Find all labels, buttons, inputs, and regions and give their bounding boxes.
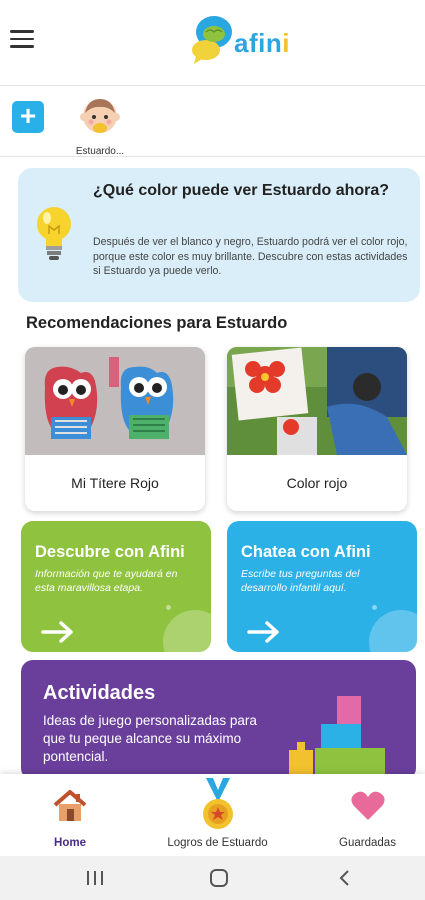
- add-profile-button[interactable]: +: [12, 101, 44, 133]
- child-profile[interactable]: Estuardo...: [70, 93, 130, 157]
- nav-achievements[interactable]: Logros de Estuardo: [150, 774, 285, 856]
- medal-icon: [202, 778, 233, 829]
- profile-row: + Estuardo...: [0, 87, 425, 157]
- system-navigation-bar: [0, 856, 425, 900]
- nav-saved[interactable]: Guardadas: [320, 774, 415, 856]
- lightbulb-icon: [37, 207, 71, 260]
- logo-text: afini: [234, 28, 290, 58]
- nav-saved-label: Guardadas: [339, 837, 396, 849]
- home-button-icon[interactable]: [208, 868, 230, 888]
- chat-title: Chatea con Afini: [241, 543, 371, 561]
- recommendations-title: Recomendaciones para Estuardo: [26, 314, 288, 332]
- discover-tile[interactable]: Descubre con Afini Información que te ay…: [21, 521, 211, 652]
- info-title: ¿Qué color puede ver Estuardo ahora?: [93, 182, 390, 199]
- recommendation-label: Color rojo: [286, 475, 348, 491]
- afini-logo: afini: [192, 12, 312, 72]
- menu-icon[interactable]: [10, 30, 34, 48]
- child-name: Estuardo...: [75, 146, 125, 157]
- info-card[interactable]: ¿Qué color puede ver Estuardo ahora? Des…: [18, 168, 420, 302]
- recommendation-card[interactable]: Mi Títere Rojo: [25, 347, 205, 511]
- recommendation-label: Mi Títere Rojo: [71, 475, 159, 491]
- heart-icon: [350, 791, 385, 820]
- activities-title: Actividades: [43, 682, 156, 704]
- chat-tile[interactable]: Chatea con Afini Escribe tus preguntas d…: [227, 521, 417, 652]
- recommendation-card[interactable]: Color rojo: [227, 347, 407, 511]
- decorative-circle: [163, 610, 211, 652]
- red-color-photo: [227, 347, 407, 455]
- bottom-navigation: Home Logros de Estuardo Guardadas: [0, 774, 425, 856]
- info-body: Después de ver el blanco y negro, Estuar…: [93, 236, 408, 277]
- puppet-photo: [25, 347, 205, 455]
- nav-home[interactable]: Home: [30, 774, 110, 856]
- decorative-circle: [369, 610, 417, 652]
- baby-avatar-icon: [80, 99, 120, 133]
- back-icon[interactable]: [334, 868, 356, 888]
- arrow-right-icon[interactable]: [41, 621, 75, 643]
- discover-title: Descubre con Afini: [35, 543, 185, 561]
- house-icon: [53, 790, 87, 821]
- activities-tile[interactable]: Actividades Ideas de juego personalizada…: [21, 660, 416, 780]
- app-bar: afini: [0, 0, 425, 86]
- decorative-dot: [166, 605, 171, 610]
- discover-body: Información que te ayudará en esta marav…: [35, 568, 178, 594]
- activities-body: Ideas de juego personalizadas para que t…: [43, 713, 257, 764]
- arrow-right-icon[interactable]: [247, 621, 281, 643]
- nav-home-label: Home: [54, 837, 86, 849]
- recent-apps-icon[interactable]: [84, 868, 106, 888]
- toy-blocks-icon: [289, 696, 385, 780]
- nav-achievements-label: Logros de Estuardo: [167, 837, 268, 849]
- chat-body: Escribe tus preguntas del desarrollo inf…: [241, 568, 360, 594]
- decorative-dot: [372, 605, 377, 610]
